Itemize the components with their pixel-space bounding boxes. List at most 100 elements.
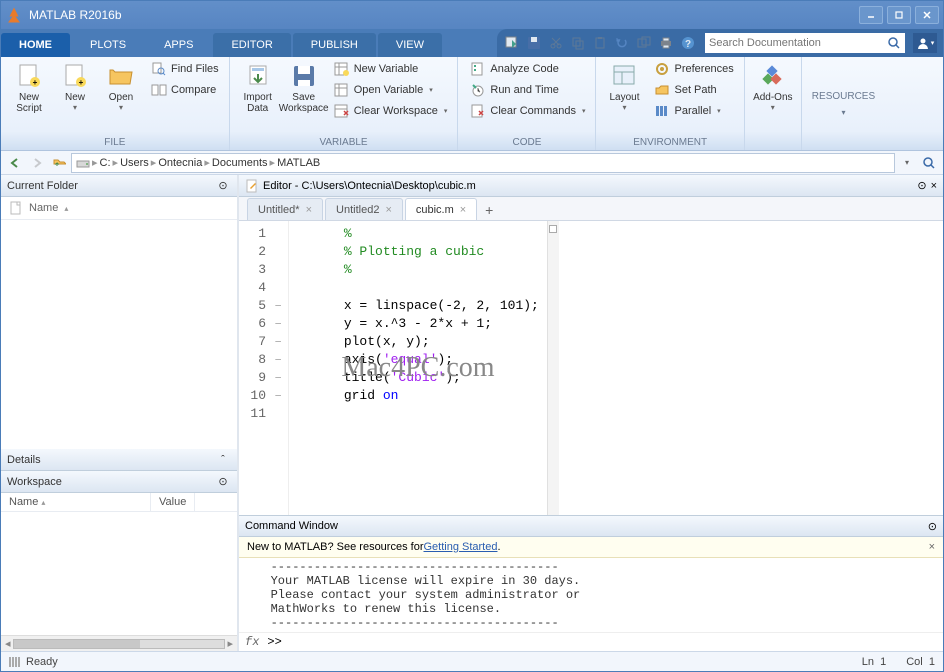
save-workspace-button[interactable]: Save Workspace xyxy=(282,59,326,117)
clear-workspace-button[interactable]: Clear Workspace▾ xyxy=(330,101,452,121)
new-button[interactable]: + New▾ xyxy=(53,59,97,115)
command-prompt[interactable]: fx >> xyxy=(239,632,943,651)
path-segment[interactable]: ▸C: xyxy=(92,156,111,169)
tab-editor[interactable]: EDITOR xyxy=(213,33,290,57)
paste-icon[interactable] xyxy=(591,34,609,52)
panel-menu-icon[interactable]: ⊙ xyxy=(928,520,937,533)
line-indicator: Ln 1 xyxy=(862,656,887,668)
import-data-button[interactable]: Import Data xyxy=(236,59,280,117)
ribbon-group-variable: Import Data Save Workspace New Variable … xyxy=(230,57,459,150)
save-icon[interactable] xyxy=(525,34,543,52)
path-segment[interactable]: ▸MATLAB xyxy=(270,156,321,169)
new-tab-button[interactable]: + xyxy=(479,200,499,220)
tab-home[interactable]: HOME xyxy=(1,33,70,57)
drive-icon xyxy=(76,156,90,170)
editor-tab[interactable]: Untitled2× xyxy=(325,198,403,220)
command-window-header[interactable]: Command Window ⊙ xyxy=(239,515,943,537)
cut-icon[interactable] xyxy=(547,34,565,52)
login-button[interactable]: ▾ xyxy=(913,33,937,53)
tab-close-icon[interactable]: × xyxy=(460,204,466,216)
compare-button[interactable]: Compare xyxy=(147,80,223,100)
fx-icon[interactable]: fx xyxy=(245,635,259,649)
nav-back-button[interactable] xyxy=(5,153,25,173)
preferences-button[interactable]: Preferences xyxy=(650,59,737,79)
code-text[interactable]: % % Plotting a cubic % x = linspace(-2, … xyxy=(289,221,547,515)
status-text: Ready xyxy=(26,656,58,668)
layout-button[interactable]: Layout▾ xyxy=(602,59,646,115)
svg-text:?: ? xyxy=(685,39,691,50)
panel-close-icon[interactable]: × xyxy=(931,180,937,192)
file-icon xyxy=(9,201,23,215)
ribbon-tab-bar: HOME PLOTS APPS EDITOR PUBLISH VIEW ? ▾ xyxy=(1,29,943,57)
add-ons-button[interactable]: Add-Ons▾ xyxy=(751,59,795,115)
open-variable-button[interactable]: Open Variable▾ xyxy=(330,80,452,100)
details-header[interactable]: Details ˆ xyxy=(1,449,237,471)
clear-commands-button[interactable]: Clear Commands▾ xyxy=(466,101,589,121)
workspace-header[interactable]: Workspace ⊙ xyxy=(1,471,237,493)
ribbon-group-addons: Add-Ons▾ xyxy=(745,57,802,150)
nav-forward-button[interactable] xyxy=(27,153,47,173)
expand-icon[interactable]: ˆ xyxy=(215,452,231,468)
watermark-text: Mac4PC.com xyxy=(341,352,494,384)
code-editor[interactable]: 1 2 3 4 5– 6– 7– 8– 9– 10– 11 % % Plotti… xyxy=(239,221,943,515)
run-and-time-button[interactable]: Run and Time xyxy=(466,80,589,100)
svg-text:+: + xyxy=(79,78,84,87)
tab-plots[interactable]: PLOTS xyxy=(72,33,144,57)
current-folder-header[interactable]: Current Folder ⊙ xyxy=(1,175,237,197)
path-segment[interactable]: ▸Users xyxy=(113,156,149,169)
parallel-button[interactable]: Parallel▾ xyxy=(650,101,737,121)
command-window-output[interactable]: ----------------------------------------… xyxy=(239,558,943,632)
banner-close-icon[interactable]: × xyxy=(929,541,935,553)
getting-started-banner: New to MATLAB? See resources for Getting… xyxy=(239,537,943,558)
set-path-button[interactable]: Set Path xyxy=(650,80,737,100)
editor-panel-header[interactable]: Editor - C:\Users\Ontecnia\Desktop\cubic… xyxy=(239,175,943,197)
nav-up-button[interactable] xyxy=(49,153,69,173)
editor-icon xyxy=(245,179,259,193)
tab-close-icon[interactable]: × xyxy=(306,204,312,216)
getting-started-link[interactable]: Getting Started xyxy=(423,541,497,553)
path-dropdown-button[interactable]: ▾ xyxy=(897,153,917,173)
workspace-columns[interactable]: Name ▴ Value xyxy=(1,493,237,512)
search-documentation[interactable] xyxy=(705,33,905,53)
title-bar: MATLAB R2016b xyxy=(1,1,943,29)
find-files-button[interactable]: Find Files xyxy=(147,59,223,79)
search-input[interactable] xyxy=(709,37,887,49)
help-icon[interactable]: ? xyxy=(679,34,697,52)
svg-text:+: + xyxy=(33,78,38,87)
tab-view[interactable]: VIEW xyxy=(378,33,442,57)
ribbon-group-code: Analyze Code Run and Time Clear Commands… xyxy=(458,57,596,150)
panel-menu-icon[interactable]: ⊙ xyxy=(215,474,231,490)
ribbon: + New Script + New▾ Open▾ Find Files xyxy=(1,57,943,151)
search-icon[interactable] xyxy=(887,36,901,50)
editor-tab[interactable]: Untitled*× xyxy=(247,198,323,220)
tab-apps[interactable]: APPS xyxy=(146,33,211,57)
editor-tab-active[interactable]: cubic.m× xyxy=(405,198,477,220)
minimize-button[interactable] xyxy=(859,6,883,24)
qat-insert-icon[interactable] xyxy=(503,34,521,52)
line-gutter: 1 2 3 4 5– 6– 7– 8– 9– 10– 11 xyxy=(239,221,289,515)
message-bar[interactable] xyxy=(547,221,559,515)
path-segment[interactable]: ▸Documents xyxy=(204,156,267,169)
path-field[interactable]: ▸C: ▸Users ▸Ontecnia ▸Documents ▸MATLAB xyxy=(71,153,895,173)
analyze-code-button[interactable]: Analyze Code xyxy=(466,59,589,79)
print-icon[interactable] xyxy=(657,34,675,52)
group-label-code: CODE xyxy=(464,135,589,150)
resources-button[interactable]: RESOURCES ▾ xyxy=(802,57,885,150)
panel-menu-icon[interactable]: ⊙ xyxy=(917,179,926,192)
group-label-file: FILE xyxy=(7,135,223,150)
browse-folder-button[interactable] xyxy=(919,153,939,173)
maximize-button[interactable] xyxy=(887,6,911,24)
switch-windows-icon[interactable] xyxy=(635,34,653,52)
undo-icon[interactable] xyxy=(613,34,631,52)
new-variable-button[interactable]: New Variable xyxy=(330,59,452,79)
path-segment[interactable]: ▸Ontecnia xyxy=(151,156,203,169)
open-button[interactable]: Open▾ xyxy=(99,59,143,115)
new-script-button[interactable]: + New Script xyxy=(7,59,51,117)
panel-menu-icon[interactable]: ⊙ xyxy=(215,178,231,194)
workspace-scrollbar[interactable]: ◂ ▸ xyxy=(1,635,237,651)
tab-publish[interactable]: PUBLISH xyxy=(293,33,376,57)
close-button[interactable] xyxy=(915,6,939,24)
current-folder-columns[interactable]: Name ▴ xyxy=(1,197,237,220)
copy-icon[interactable] xyxy=(569,34,587,52)
tab-close-icon[interactable]: × xyxy=(385,204,391,216)
